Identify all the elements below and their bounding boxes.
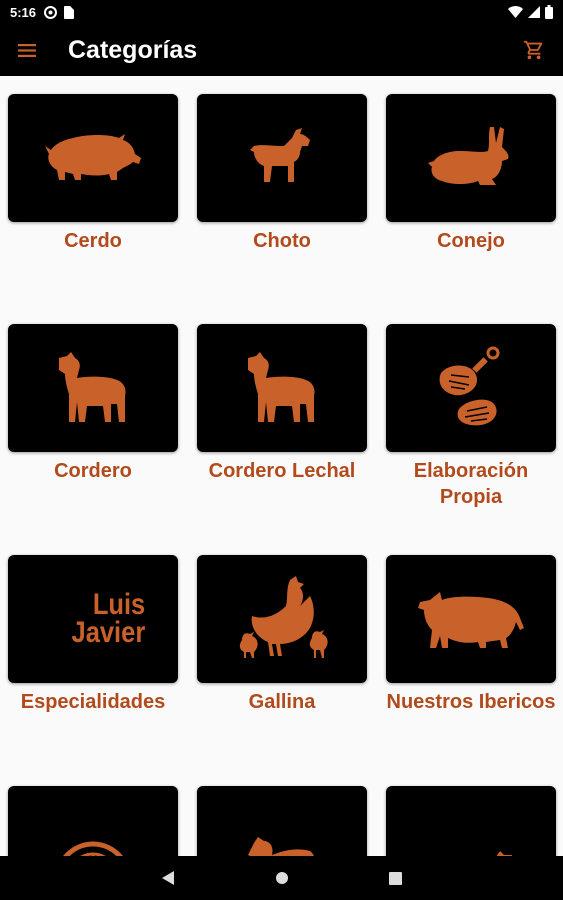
cow-icon xyxy=(496,851,512,856)
category-card[interactable] xyxy=(386,555,556,683)
lamb-icon xyxy=(248,352,315,422)
category-tile-elaboracion-propia[interactable]: Elaboración Propia xyxy=(386,324,556,510)
cart-button[interactable] xyxy=(505,24,563,76)
category-tile-cerdo[interactable]: Cerdo xyxy=(8,94,178,254)
app-bar: Categorías xyxy=(0,24,563,76)
category-card[interactable] xyxy=(8,786,178,856)
lamb-icon xyxy=(59,352,126,422)
category-card[interactable] xyxy=(197,94,367,222)
category-grid: Cerdo Choto Conejo Cordero Cordero Lecha… xyxy=(0,76,563,856)
status-bar: 5:16 xyxy=(0,0,563,24)
chicken-icon xyxy=(248,837,314,856)
page-title: Categorías xyxy=(68,35,198,64)
category-label: Elaboración Propia xyxy=(413,460,529,508)
category-card[interactable] xyxy=(8,94,178,222)
category-label: Cordero Lechal xyxy=(208,460,356,482)
category-card[interactable]: Luis Javier xyxy=(8,555,178,683)
home-icon[interactable] xyxy=(275,871,289,885)
category-label: Especialidades xyxy=(20,691,166,713)
category-tile-conejo[interactable]: Conejo xyxy=(386,94,556,254)
iberian-pig-icon xyxy=(418,592,524,648)
notification-icon xyxy=(44,5,58,19)
category-label: Nuestros Ibericos xyxy=(386,691,556,713)
sim-card-icon xyxy=(64,5,75,19)
category-tile-grill[interactable] xyxy=(8,786,178,856)
category-label: Cerdo xyxy=(64,230,122,252)
grill-icon xyxy=(63,841,123,856)
signal-icon xyxy=(528,6,540,18)
system-nav-bar xyxy=(0,856,563,900)
wifi-icon xyxy=(508,6,523,18)
recents-icon[interactable] xyxy=(389,871,402,885)
shopping-cart-icon xyxy=(523,40,543,60)
pig-icon xyxy=(45,134,141,180)
category-card[interactable] xyxy=(197,324,367,452)
category-label: Gallina xyxy=(248,691,316,713)
battery-icon xyxy=(545,5,553,19)
category-tile-especialidades[interactable]: Luis Javier Especialidades xyxy=(8,555,178,715)
category-card[interactable] xyxy=(197,786,367,856)
category-label: Conejo xyxy=(437,230,505,252)
rabbit-icon xyxy=(428,127,509,185)
goat-icon xyxy=(250,128,310,182)
meat-cuts-icon xyxy=(439,346,500,426)
logo-text-luis: Luis xyxy=(92,588,145,621)
category-tile-chicken[interactable] xyxy=(197,786,367,856)
category-tile-cow[interactable] xyxy=(386,786,556,856)
status-time: 5:16 xyxy=(10,4,37,20)
category-tile-cordero[interactable]: Cordero xyxy=(8,324,178,484)
category-card[interactable] xyxy=(386,324,556,452)
category-label: Cordero xyxy=(54,460,132,482)
category-tile-choto[interactable]: Choto xyxy=(197,94,367,254)
back-icon[interactable] xyxy=(161,870,175,886)
category-card[interactable] xyxy=(386,94,556,222)
category-tile-gallina[interactable]: Gallina xyxy=(197,555,367,715)
category-label: Choto xyxy=(253,230,311,252)
logo-text-javier: Javier xyxy=(71,616,145,649)
menu-button[interactable] xyxy=(0,24,54,76)
category-tile-nuestros-ibericos[interactable]: Nuestros Ibericos xyxy=(386,555,556,715)
hen-with-chicks-icon xyxy=(239,576,328,658)
hamburger-menu-icon xyxy=(18,43,36,57)
category-card[interactable] xyxy=(197,555,367,683)
luis-javier-logo: Luis Javier xyxy=(65,588,152,649)
category-tile-cordero-lechal[interactable]: Cordero Lechal xyxy=(197,324,367,484)
category-card[interactable] xyxy=(8,324,178,452)
category-card[interactable] xyxy=(386,786,556,856)
